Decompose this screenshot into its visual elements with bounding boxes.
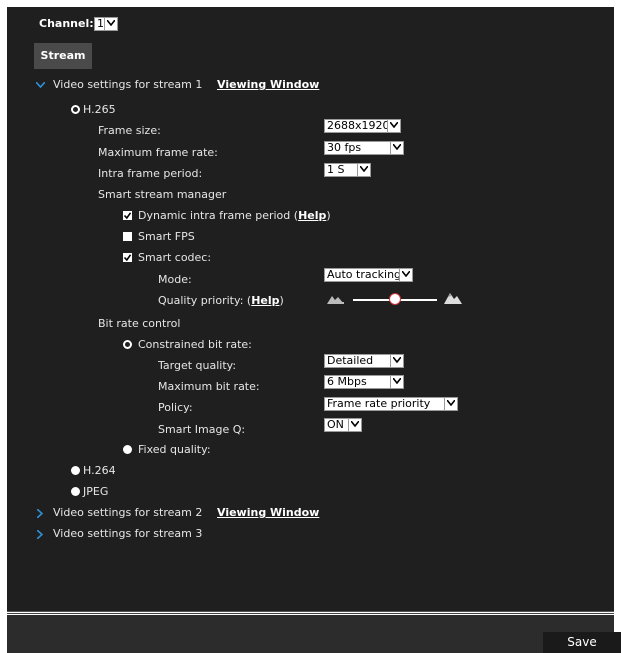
smart-stream-label: Smart stream manager bbox=[98, 188, 227, 201]
chevron-down-icon bbox=[390, 355, 403, 367]
mode-label: Mode: bbox=[158, 273, 192, 286]
h265-label: H.265 bbox=[83, 103, 116, 116]
smart-image-q-select[interactable]: ON bbox=[324, 418, 362, 432]
save-button[interactable]: Save bbox=[543, 632, 621, 653]
high-quality-mountain-icon bbox=[444, 293, 462, 304]
h264-label: H.264 bbox=[83, 464, 116, 477]
jpeg-label: JPEG bbox=[83, 485, 109, 498]
collapsed-arrow-icon[interactable] bbox=[37, 509, 43, 518]
target-quality-select[interactable]: Detailed bbox=[324, 354, 404, 368]
mode-value: Auto tracking bbox=[327, 268, 402, 281]
frame-size-label: Frame size: bbox=[98, 124, 161, 137]
stream1-viewing-window-link[interactable]: Viewing Window bbox=[217, 78, 319, 92]
dynamic-intra-text: Dynamic intra frame period ( bbox=[138, 209, 299, 222]
quality-priority-close: ) bbox=[279, 294, 284, 307]
dynamic-intra-label: Dynamic intra frame period (Help) bbox=[138, 209, 331, 223]
target-quality-value: Detailed bbox=[327, 354, 374, 367]
intra-frame-period-select[interactable]: 1 S bbox=[324, 163, 371, 177]
fixed-quality-radio[interactable] bbox=[123, 445, 132, 454]
channel-label: Channel: bbox=[39, 17, 94, 30]
smart-image-q-value: ON bbox=[327, 418, 344, 431]
max-frame-rate-label: Maximum frame rate: bbox=[98, 146, 218, 159]
stream2-header[interactable]: Video settings for stream 2 bbox=[53, 506, 202, 520]
smart-fps-checkbox[interactable] bbox=[123, 232, 132, 241]
fixed-quality-label: Fixed quality: bbox=[138, 443, 211, 456]
chevron-down-icon bbox=[357, 164, 370, 176]
policy-value: Frame rate priority bbox=[327, 397, 431, 410]
quality-priority-help-link[interactable]: Help bbox=[251, 294, 279, 307]
max-bit-rate-select[interactable]: 6 Mbps bbox=[324, 375, 404, 389]
quality-priority-label: Quality priority: (Help) bbox=[158, 294, 284, 308]
intra-frame-period-label: Intra frame period: bbox=[98, 167, 203, 180]
h264-radio[interactable] bbox=[71, 466, 80, 475]
chevron-down-icon bbox=[348, 419, 361, 431]
policy-label: Policy: bbox=[158, 401, 193, 414]
stream3-header[interactable]: Video settings for stream 3 bbox=[53, 527, 202, 541]
policy-select[interactable]: Frame rate priority bbox=[324, 397, 458, 411]
h265-radio[interactable] bbox=[71, 105, 80, 114]
smart-fps-label: Smart FPS bbox=[138, 230, 195, 243]
smart-image-q-label: Smart Image Q: bbox=[158, 423, 246, 436]
expanded-arrow-icon[interactable] bbox=[36, 82, 45, 88]
constrained-bit-rate-radio[interactable] bbox=[123, 340, 132, 349]
target-quality-label: Target quality: bbox=[158, 359, 237, 372]
smart-codec-checkbox[interactable] bbox=[123, 253, 132, 262]
max-bit-rate-label: Maximum bit rate: bbox=[158, 380, 260, 393]
bit-rate-label: Bit rate control bbox=[98, 317, 181, 330]
max-frame-rate-select[interactable]: 30 fps bbox=[324, 141, 404, 155]
dynamic-intra-close: ) bbox=[326, 209, 331, 222]
settings-panel: Channel: 1 Stream Video settings for str… bbox=[7, 7, 614, 611]
divider bbox=[7, 613, 614, 614]
chevron-down-icon bbox=[390, 376, 403, 388]
tab-stream[interactable]: Stream bbox=[34, 43, 92, 69]
quality-slider-handle[interactable] bbox=[389, 293, 401, 305]
low-quality-mountain-icon bbox=[327, 296, 344, 304]
intra-frame-period-value: 1 S bbox=[327, 163, 345, 176]
chevron-down-icon bbox=[104, 18, 117, 30]
jpeg-radio[interactable] bbox=[71, 487, 80, 496]
channel-select[interactable]: 1 bbox=[94, 17, 118, 31]
footer-bar bbox=[7, 615, 614, 653]
frame-size-value: 2688x1920 bbox=[327, 119, 390, 132]
quality-priority-text: Quality priority: ( bbox=[158, 294, 252, 307]
chevron-down-icon bbox=[387, 120, 400, 132]
chevron-down-icon bbox=[390, 142, 403, 154]
collapsed-arrow-icon[interactable] bbox=[37, 530, 43, 539]
constrained-bit-rate-label: Constrained bit rate: bbox=[138, 338, 252, 351]
chevron-down-icon bbox=[399, 269, 412, 281]
max-frame-rate-value: 30 fps bbox=[327, 141, 362, 154]
dynamic-intra-checkbox[interactable] bbox=[123, 211, 132, 220]
dynamic-intra-help-link[interactable]: Help bbox=[298, 209, 326, 222]
smart-codec-label: Smart codec: bbox=[138, 251, 212, 264]
channel-value: 1 bbox=[97, 17, 104, 30]
divider bbox=[7, 611, 614, 612]
max-bit-rate-value: 6 Mbps bbox=[327, 375, 367, 388]
mode-select[interactable]: Auto tracking bbox=[324, 268, 413, 282]
chevron-down-icon bbox=[444, 398, 457, 410]
stream1-header[interactable]: Video settings for stream 1 bbox=[53, 78, 202, 92]
stream2-viewing-window-link[interactable]: Viewing Window bbox=[217, 506, 319, 520]
frame-size-select[interactable]: 2688x1920 bbox=[324, 119, 401, 133]
